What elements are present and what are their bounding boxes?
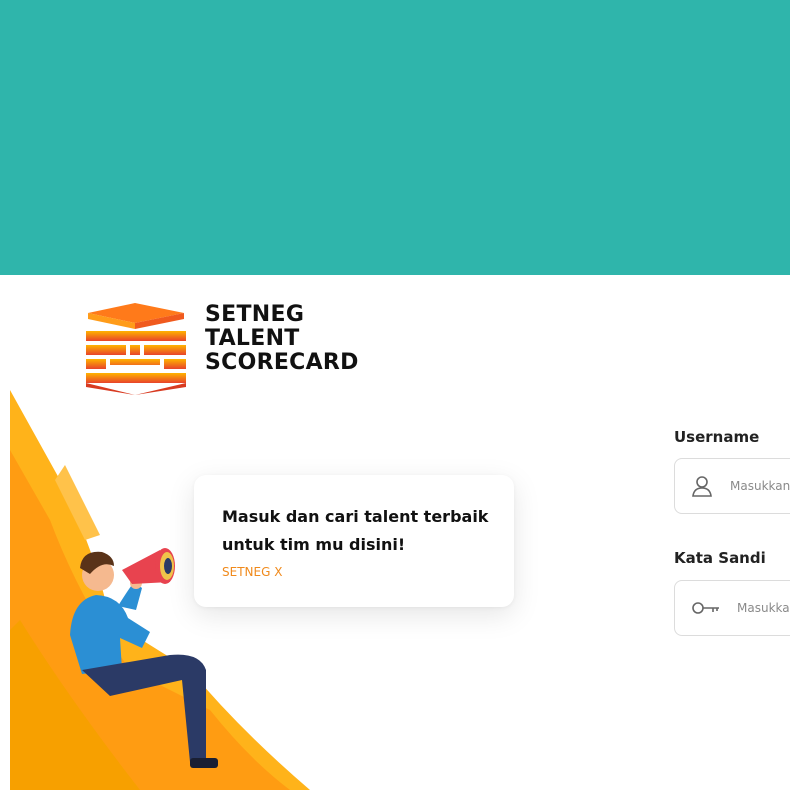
- welcome-message: Masuk dan cari talent terbaik untuk tim …: [222, 507, 489, 554]
- brand-line-2: TALENT: [205, 326, 300, 351]
- username-input[interactable]: [730, 475, 790, 497]
- welcome-card: Masuk dan cari talent terbaik untuk tim …: [194, 475, 514, 607]
- password-field[interactable]: [674, 580, 790, 636]
- username-field[interactable]: [674, 458, 790, 514]
- user-icon: [692, 476, 712, 497]
- password-label: Kata Sandi: [674, 549, 766, 567]
- brand-line-1: SETNEG: [205, 302, 305, 327]
- welcome-subtitle: SETNEG X: [222, 565, 283, 579]
- password-input[interactable]: [737, 597, 790, 619]
- login-page: SETNEG TALENT SCORECARD Masuk dan cari t…: [0, 275, 790, 790]
- key-icon: [692, 602, 719, 614]
- brand-title: SETNEG TALENT SCORECARD: [205, 303, 359, 375]
- username-label: Username: [674, 428, 760, 446]
- top-banner: [0, 0, 790, 275]
